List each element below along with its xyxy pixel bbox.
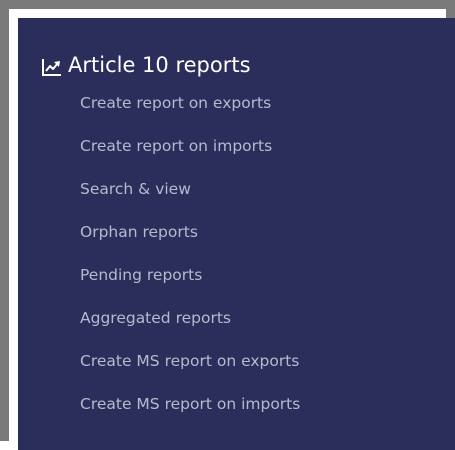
menu-item-aggregated-reports[interactable]: Aggregated reports [80,307,300,350]
window-frame: Article 10 reports Create report on expo… [0,0,455,450]
section-header[interactable]: Article 10 reports [42,52,251,78]
reports-menu: Create report on exports Create report o… [80,92,300,436]
menu-item-create-ms-report-exports[interactable]: Create MS report on exports [80,350,300,393]
menu-item-create-report-exports[interactable]: Create report on exports [80,92,300,135]
menu-item-create-ms-report-imports[interactable]: Create MS report on imports [80,393,300,436]
menu-item-search-view[interactable]: Search & view [80,178,300,221]
sidebar-panel: Article 10 reports Create report on expo… [18,18,455,450]
menu-item-orphan-reports[interactable]: Orphan reports [80,221,300,264]
section-title: Article 10 reports [68,53,251,77]
menu-item-pending-reports[interactable]: Pending reports [80,264,300,307]
line-chart-icon [42,56,62,76]
menu-item-create-report-imports[interactable]: Create report on imports [80,135,300,178]
